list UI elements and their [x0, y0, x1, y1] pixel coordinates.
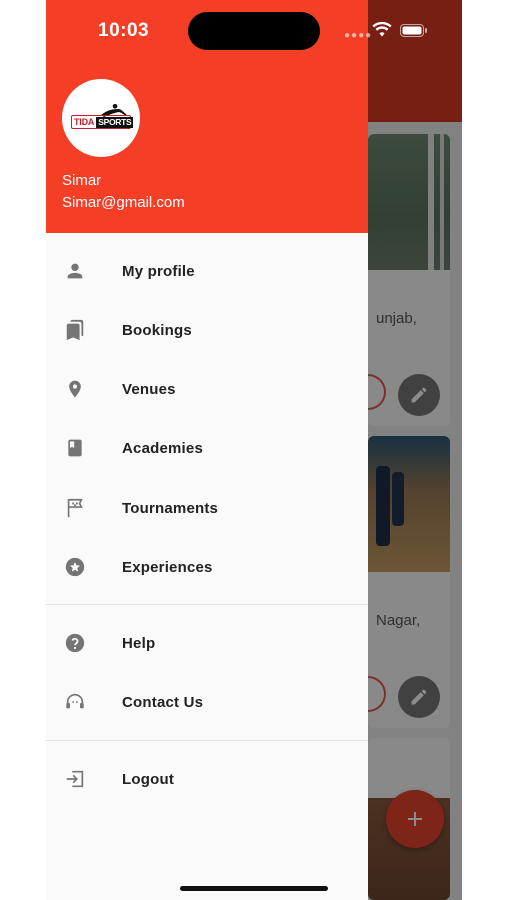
menu-item-experiences[interactable]: Experiences [46, 542, 368, 592]
help-circle-icon [63, 631, 87, 655]
avatar[interactable]: TIDA SPORTS [62, 79, 140, 157]
menu-item-label: Tournaments [122, 499, 219, 517]
menu-item-label: Venues [122, 380, 176, 398]
menu-item-label: Academies [122, 439, 204, 457]
menu-item-my-profile[interactable]: My profile [46, 246, 368, 296]
menu-item-label: Help [122, 634, 156, 652]
menu-divider [46, 740, 368, 741]
bookmarks-icon [63, 318, 87, 342]
dynamic-island [188, 12, 320, 50]
menu-item-label: Bookings [122, 321, 192, 339]
status-time: 10:03 [98, 20, 150, 41]
menu-item-bookings[interactable]: Bookings [46, 305, 368, 355]
menu-item-academies[interactable]: Academies [46, 423, 368, 473]
logout-icon [63, 767, 87, 791]
phone-screen: unjab, Nagar, 10:03 ●●●● TIDA SPORTS Sim… [46, 0, 462, 900]
signal-icon: ●●●● [344, 30, 373, 41]
user-email: Simar@gmail.com [62, 194, 185, 211]
navigation-drawer: TIDA SPORTS Simar Simar@gmail.com My pro… [46, 0, 368, 900]
menu-item-logout[interactable]: Logout [46, 754, 368, 804]
menu-item-contact-us[interactable]: Contact Us [46, 677, 368, 727]
menu-item-tournaments[interactable]: Tournaments [46, 483, 368, 533]
book-icon [63, 436, 87, 460]
person-icon [63, 259, 87, 283]
battery-icon [400, 24, 427, 37]
logo-text-sports: SPORTS [96, 116, 134, 128]
logo-text-tida: TIDA [74, 117, 95, 127]
flag-icon [63, 496, 87, 520]
wifi-icon [372, 22, 392, 37]
menu-divider [46, 604, 368, 605]
tida-sports-logo: TIDA SPORTS [69, 103, 134, 133]
menu-item-venues[interactable]: Venues [46, 364, 368, 414]
menu-item-label: Contact Us [122, 693, 204, 711]
menu-item-label: Experiences [122, 558, 213, 576]
user-name: Simar [62, 172, 102, 189]
menu-item-help[interactable]: Help [46, 618, 368, 668]
home-indicator [180, 886, 328, 891]
star-circle-icon [63, 555, 87, 579]
location-pin-icon [63, 377, 87, 401]
menu-item-label: Logout [122, 770, 175, 788]
support-agent-icon [63, 690, 87, 714]
menu-item-label: My profile [122, 262, 195, 280]
status-bar: 10:03 ●●●● [46, 0, 462, 60]
